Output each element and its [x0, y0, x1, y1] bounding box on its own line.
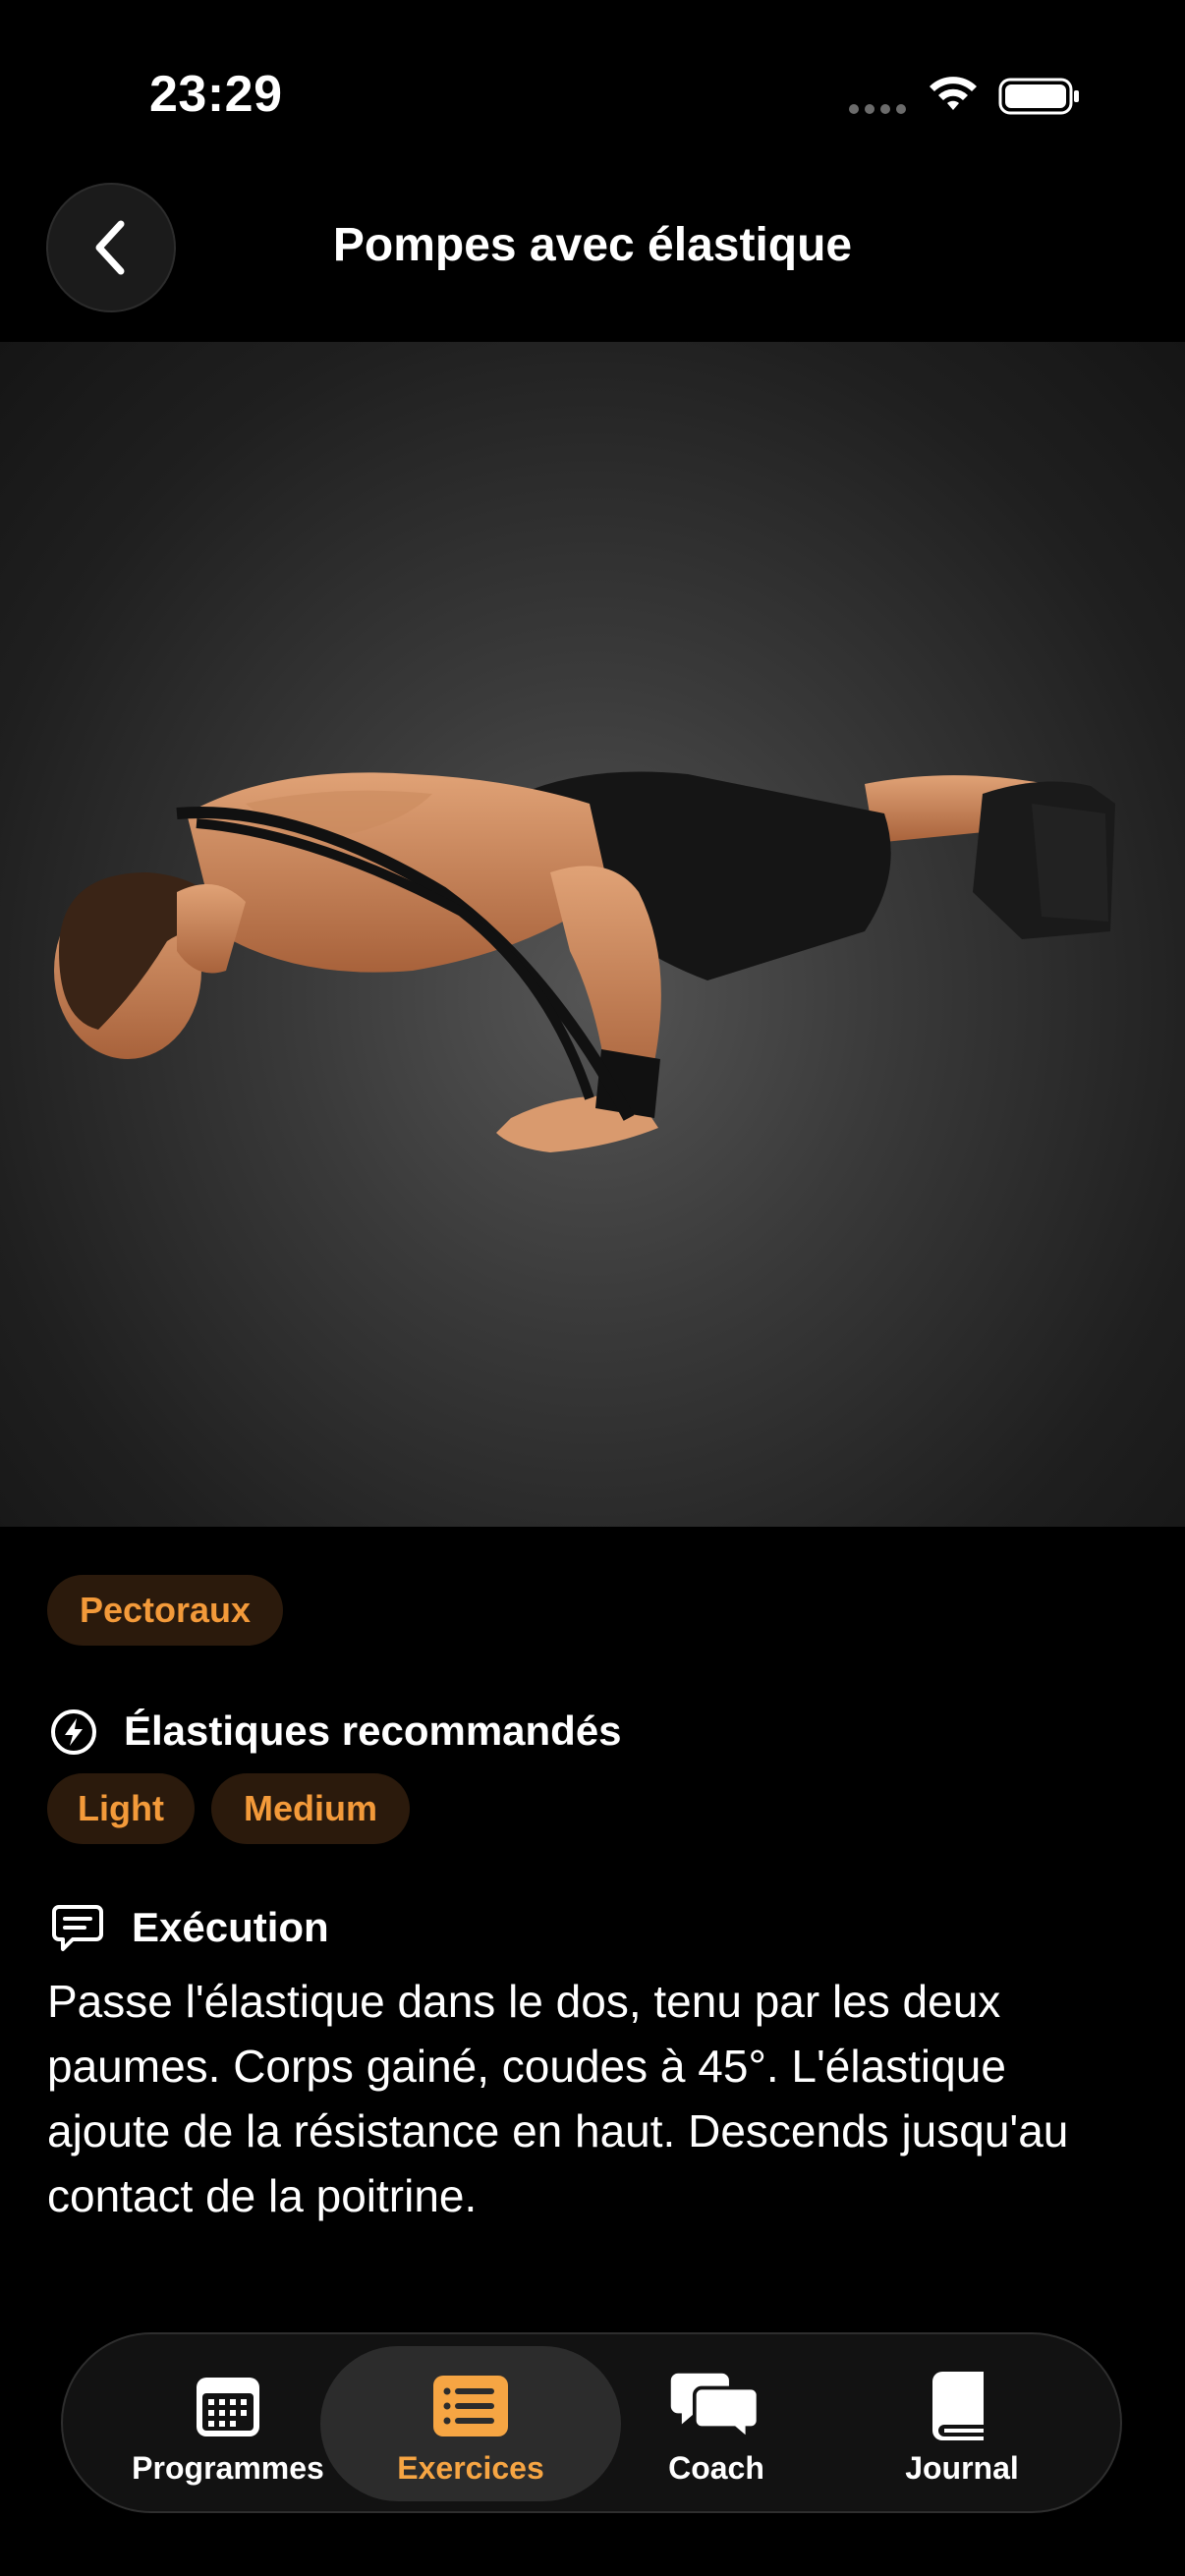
battery-icon: [998, 78, 1079, 115]
muscle-tag: Pectoraux: [47, 1575, 283, 1646]
status-time: 23:29: [149, 66, 283, 123]
tab-programmes[interactable]: Programmes: [105, 2334, 351, 2515]
cellular-signal-icon: [849, 104, 908, 114]
calendar-icon: [197, 2378, 259, 2436]
tab-journal[interactable]: Journal: [839, 2334, 1085, 2515]
band-chip-light: Light: [47, 1773, 195, 1844]
execution-heading: Exécution: [132, 1904, 329, 1950]
tab-label: Journal: [905, 2450, 1019, 2486]
chat-bubbles-icon: [670, 2373, 761, 2442]
list-icon: [433, 2376, 508, 2436]
tab-label: Coach: [668, 2450, 764, 2486]
tab-exercices[interactable]: Exercices: [348, 2334, 593, 2515]
tab-coach[interactable]: Coach: [593, 2334, 839, 2515]
exercise-image: [0, 342, 1185, 1527]
push-up-illustration: [54, 771, 1115, 1152]
status-bar: 23:29: [0, 0, 1185, 187]
book-icon: [932, 2372, 984, 2440]
page-title: Pompes avec élastique: [332, 219, 853, 271]
bands-heading: Élastiques recommandés: [124, 1708, 622, 1754]
speech-bubble-icon: [52, 1905, 103, 1951]
tab-bar: Programmes Exercices Coach Journal: [61, 2332, 1122, 2513]
wifi-icon: [930, 77, 977, 110]
tab-label: Exercices: [397, 2450, 544, 2486]
execution-text: Passe l'élastique dans le dos, tenu par …: [47, 1976, 1069, 2221]
bolt-circle-icon: [51, 1709, 96, 1755]
tab-label: Programmes: [132, 2450, 324, 2486]
band-chip-medium: Medium: [211, 1773, 410, 1844]
